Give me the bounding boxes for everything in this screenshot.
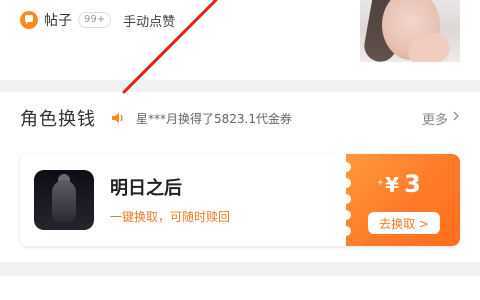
coupon[interactable]: ✦ ¥ 3 去换取 > xyxy=(341,154,460,246)
avatar-figure xyxy=(52,180,76,222)
chevron-right-icon xyxy=(452,110,460,126)
post-count-badge: 99+ xyxy=(78,12,112,28)
post-row[interactable]: 帖子 99+ 手动点赞 xyxy=(20,10,175,30)
bottom-card xyxy=(0,276,480,300)
coupon-price: ¥ 3 xyxy=(346,170,460,198)
more-link[interactable]: 更多 xyxy=(422,106,460,130)
game-avatar xyxy=(34,170,94,230)
currency-symbol: ¥ xyxy=(385,173,400,197)
role-exchange-section: 角色换钱 星***月换得了5823.1代金券 更多 明日之后 一键换取，可随时赎… xyxy=(0,92,480,262)
speaker-icon xyxy=(108,108,128,128)
chat-bubble-icon xyxy=(20,11,38,29)
coupon-perforation xyxy=(341,154,356,246)
top-card: 帖子 99+ 手动点赞 xyxy=(0,0,480,80)
post-label: 帖子 xyxy=(44,13,72,29)
role-card[interactable]: 明日之后 一键换取，可随时赎回 ✦ ¥ 3 去换取 > xyxy=(20,154,460,246)
post-description: 手动点赞 xyxy=(123,14,176,30)
role-info: 明日之后 一键换取，可随时赎回 xyxy=(20,154,346,246)
game-subtitle: 一键换取，可随时赎回 xyxy=(110,210,231,224)
more-label: 更多 xyxy=(421,112,448,128)
section-header: 角色换钱 星***月换得了5823.1代金券 更多 xyxy=(20,106,460,130)
exchange-ticker: 星***月换得了5823.1代金券 xyxy=(136,111,292,126)
post-thumbnail[interactable] xyxy=(360,0,460,62)
game-title: 明日之后 xyxy=(110,178,182,199)
section-title: 角色换钱 xyxy=(20,109,96,130)
coupon-amount: 3 xyxy=(404,170,421,198)
redeem-button[interactable]: 去换取 > xyxy=(368,212,440,234)
